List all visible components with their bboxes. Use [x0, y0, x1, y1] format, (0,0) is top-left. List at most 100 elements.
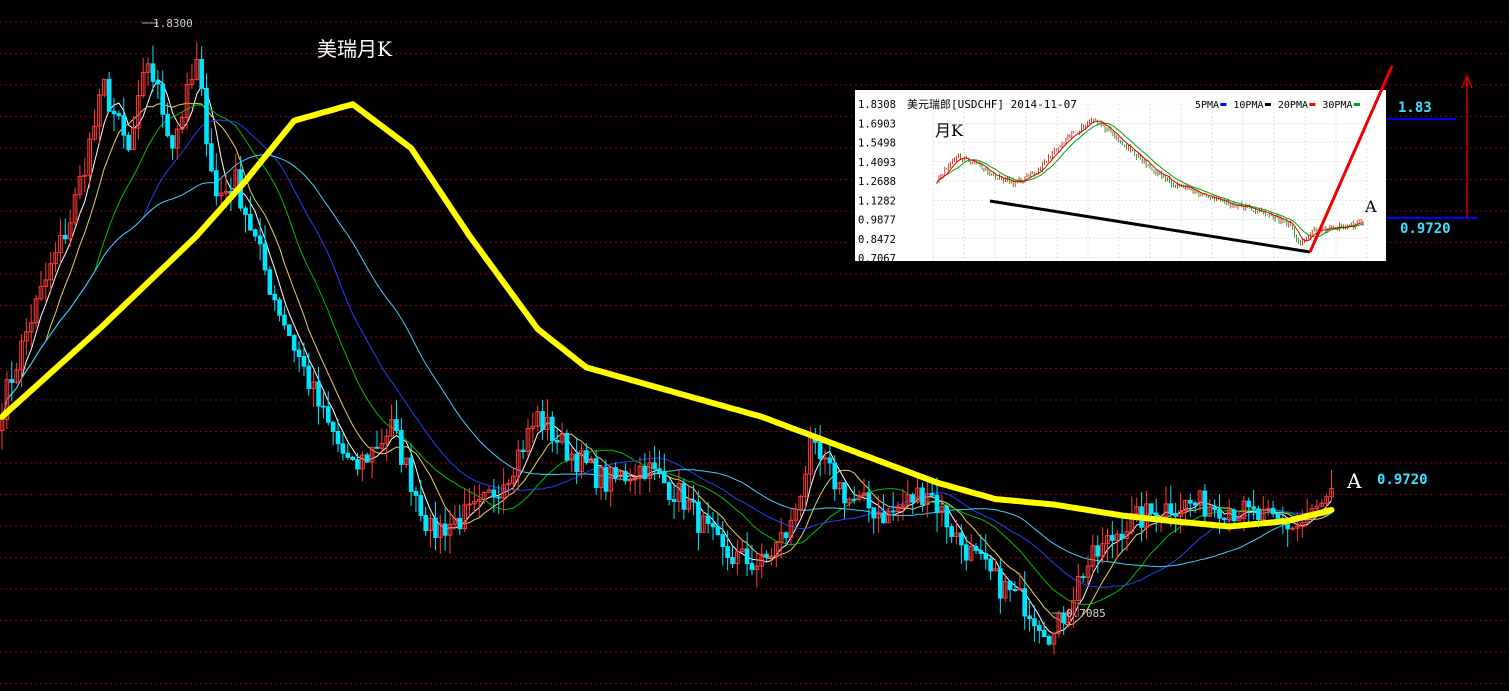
- inset-legend-label: 30PMA: [1322, 100, 1352, 111]
- candle-body: [296, 349, 302, 358]
- candle-body: [1119, 533, 1125, 540]
- candle: [476, 484, 482, 518]
- candle: [267, 266, 273, 295]
- candle: [1032, 605, 1037, 642]
- candle-body: [165, 113, 170, 137]
- candle-body: [564, 432, 570, 461]
- candle: [257, 217, 263, 261]
- candle: [837, 481, 842, 495]
- candle-body: [671, 499, 677, 503]
- candle: [33, 294, 39, 328]
- candle-body: [744, 548, 750, 565]
- candle-body: [827, 457, 833, 464]
- candle-body: [929, 493, 935, 496]
- inset-y-tick: 1.2688: [858, 176, 896, 188]
- candle-body: [150, 63, 156, 82]
- candle-body: [433, 517, 438, 538]
- candle: [739, 540, 745, 553]
- candle: [501, 468, 506, 514]
- candle: [1051, 632, 1057, 655]
- candle-body: [603, 467, 609, 492]
- candle-body: [730, 556, 735, 565]
- candle: [301, 342, 307, 376]
- inset-y-tick: 1.6903: [858, 118, 896, 130]
- candle: [710, 511, 716, 540]
- candle: [696, 490, 701, 551]
- inset-y-tick: 0.9877: [858, 215, 896, 227]
- candle: [778, 517, 784, 559]
- candle-body: [871, 507, 877, 519]
- inset-subtitle: 月K: [935, 121, 964, 140]
- candle: [19, 334, 24, 387]
- candle-body: [657, 468, 662, 474]
- candle: [160, 70, 166, 129]
- candle: [627, 468, 633, 492]
- candle: [403, 457, 409, 468]
- candle: [262, 225, 268, 276]
- candle-body: [1061, 612, 1066, 624]
- candle: [847, 496, 852, 508]
- candle-body: [325, 406, 331, 423]
- candle: [608, 465, 614, 508]
- candle-body: [423, 514, 428, 532]
- candle-body: [1256, 508, 1261, 520]
- candle-body: [1231, 509, 1237, 522]
- candle: [1329, 469, 1334, 500]
- candle-body: [710, 522, 716, 528]
- candle-body: [1192, 502, 1198, 506]
- candle: [525, 418, 531, 457]
- candle: [63, 218, 68, 244]
- candle: [213, 153, 219, 206]
- candle-body: [783, 532, 789, 538]
- candle: [1119, 516, 1125, 553]
- candle-body: [749, 563, 755, 570]
- candle-body: [340, 443, 346, 454]
- inset-y-tick: 0.8472: [858, 234, 896, 246]
- candle: [520, 440, 526, 459]
- candle: [360, 451, 365, 482]
- candle-body: [282, 314, 287, 326]
- candle: [993, 558, 998, 572]
- candle: [350, 456, 355, 462]
- candle: [666, 480, 672, 506]
- candle-body: [642, 465, 648, 479]
- candle: [194, 42, 200, 81]
- candle: [983, 534, 989, 570]
- candle: [1153, 498, 1159, 533]
- candle: [457, 504, 463, 535]
- candle-body: [155, 80, 161, 85]
- candle: [38, 271, 44, 301]
- candle: [433, 501, 438, 551]
- candle-body: [1202, 490, 1208, 517]
- inset-y-tick: 1.1282: [858, 195, 896, 207]
- candle: [121, 97, 127, 149]
- candle: [399, 418, 404, 473]
- candle-body: [1080, 576, 1086, 579]
- candle: [613, 462, 618, 483]
- candle-body: [705, 515, 711, 524]
- candle: [554, 429, 560, 455]
- candle: [1114, 529, 1120, 559]
- candle: [623, 463, 628, 485]
- candle-body: [1173, 513, 1178, 517]
- candle-body: [593, 458, 599, 489]
- candle-body: [998, 568, 1003, 599]
- candle: [798, 494, 803, 517]
- candle-body: [126, 134, 131, 151]
- candle: [311, 370, 316, 407]
- label-1-83: 1.83: [1398, 100, 1432, 116]
- inset-chart: 1.8308 1.6903 1.5498 1.4093 1.2688 1.1282 0.98…: [855, 90, 1386, 261]
- inset-legend-swatch: [1353, 103, 1360, 106]
- candle: [939, 494, 945, 527]
- candle: [1085, 555, 1091, 586]
- candle: [321, 392, 326, 419]
- candle: [408, 443, 414, 506]
- candle-body: [355, 459, 360, 470]
- candle: [730, 546, 735, 568]
- candle: [1231, 507, 1237, 523]
- candle: [1037, 620, 1042, 644]
- candle: [423, 506, 428, 537]
- candle-body: [520, 449, 526, 453]
- candle: [58, 218, 63, 264]
- candle: [325, 391, 331, 426]
